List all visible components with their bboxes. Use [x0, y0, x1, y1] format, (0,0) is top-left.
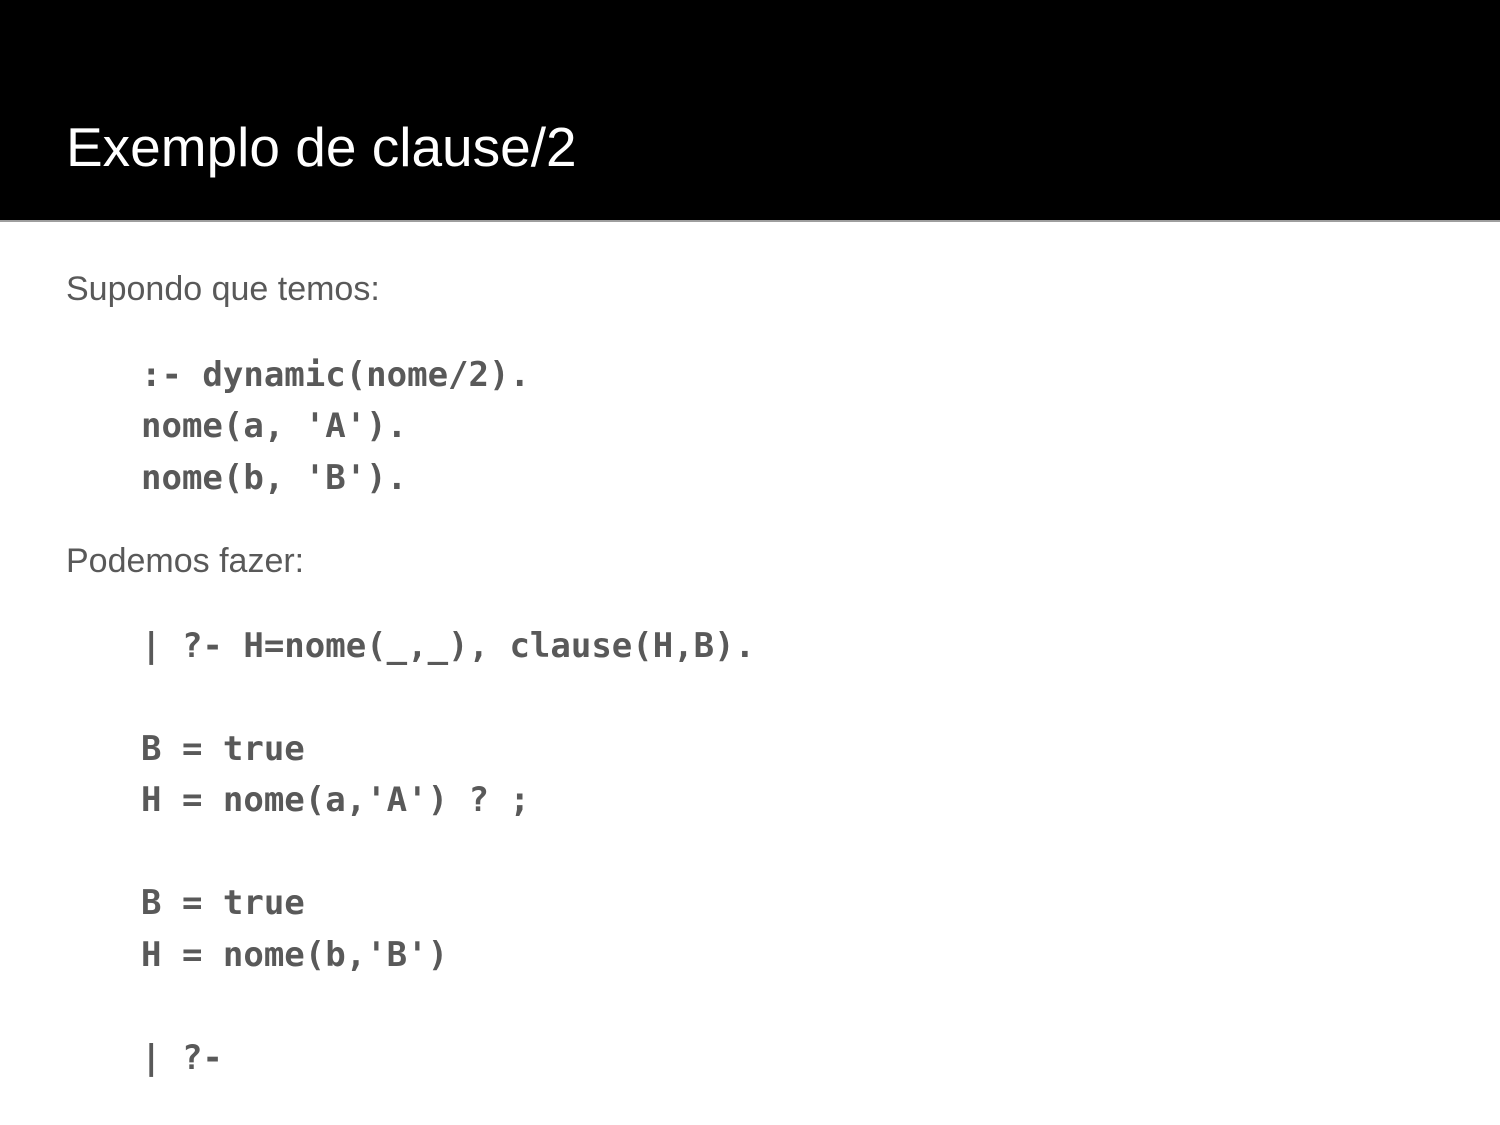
code-line: nome(a, 'A').: [141, 406, 408, 446]
code-line: B = true: [141, 729, 305, 769]
code-line: H = nome(a,'A') ? ;: [141, 780, 530, 820]
code-line: :- dynamic(nome/2).: [141, 355, 530, 395]
code-line: nome(b, 'B').: [141, 458, 408, 498]
intro-text: Supondo que temos:: [66, 270, 380, 308]
code-line: B = true: [141, 883, 305, 923]
slide-header: Exemplo de clause/2: [0, 0, 1500, 222]
query-text: Podemos fazer:: [66, 542, 305, 580]
slide-title: Exemplo de clause/2: [66, 116, 577, 178]
code-line: H = nome(b,'B'): [141, 935, 449, 975]
code-line: | ?-: [141, 1038, 223, 1078]
code-line: | ?- H=nome(_,_), clause(H,B).: [141, 626, 756, 666]
